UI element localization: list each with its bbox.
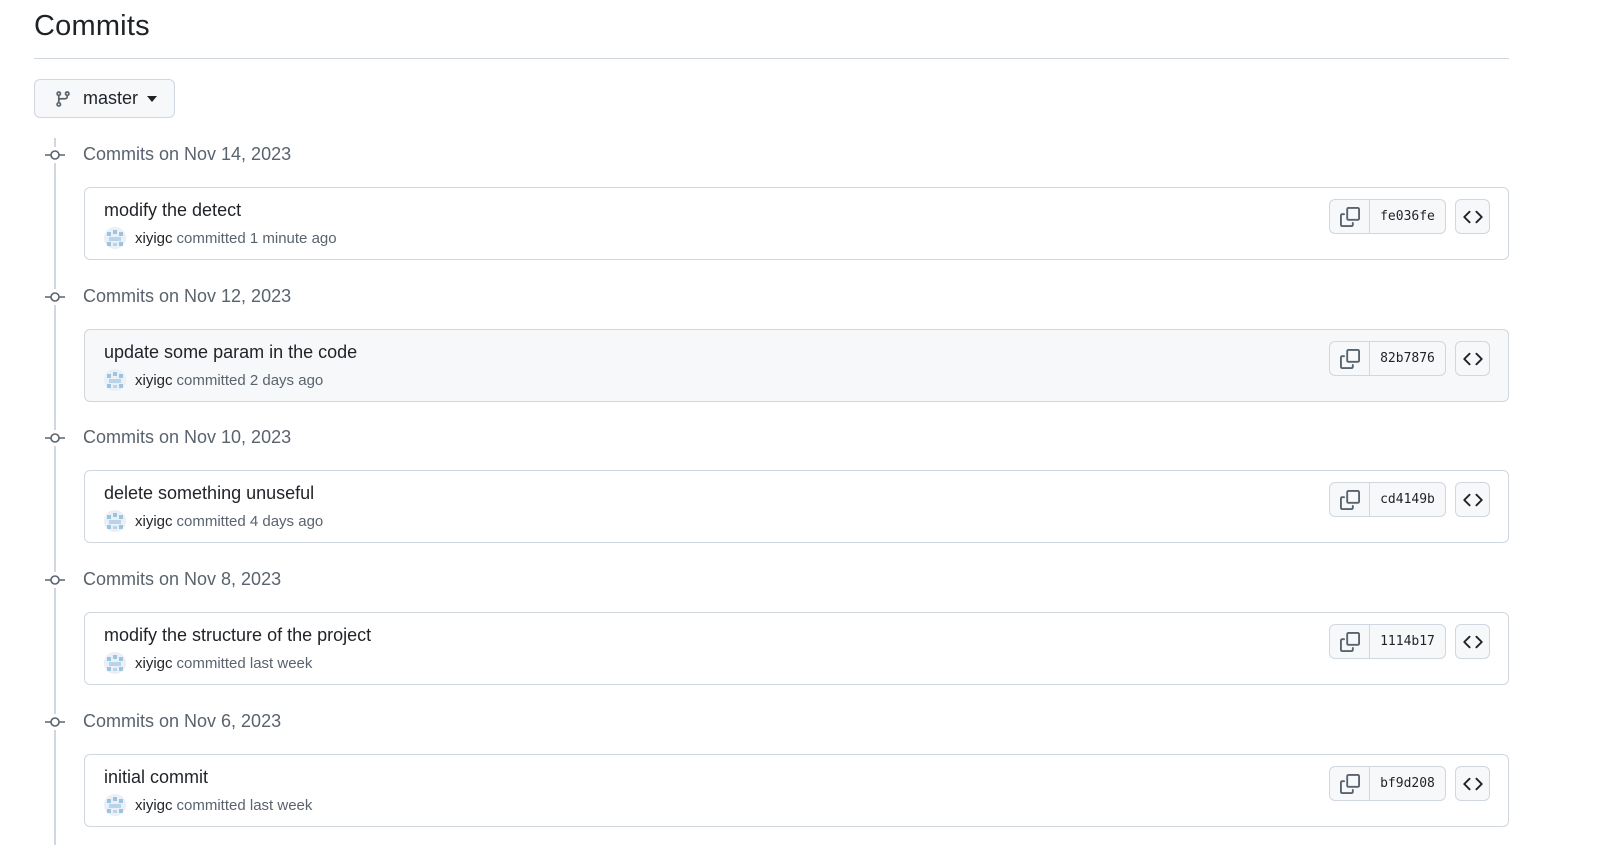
commit-actions: fe036fe xyxy=(1329,199,1490,234)
sha-button-group: fe036fe xyxy=(1329,199,1446,234)
browse-repository-button[interactable] xyxy=(1455,624,1490,659)
caret-down-icon xyxy=(147,95,158,102)
git-commit-icon xyxy=(45,714,65,730)
commit-meta: xiyigc committed 4 days ago xyxy=(104,510,323,532)
commit-row[interactable]: modify the structure of the project xiyi… xyxy=(84,612,1509,685)
commit-row[interactable]: modify the detect xiyigc committed 1 min… xyxy=(84,187,1509,260)
sha-button-group: bf9d208 xyxy=(1329,766,1446,801)
branch-name: master xyxy=(83,88,139,108)
commit-meta: xiyigc committed 1 minute ago xyxy=(104,227,337,249)
commit-group-date: Commits on Nov 10, 2023 xyxy=(83,427,292,447)
commit-time: committed last week xyxy=(176,654,313,672)
git-commit-icon xyxy=(45,147,65,163)
browse-repository-button[interactable] xyxy=(1455,199,1490,234)
avatar[interactable] xyxy=(104,794,126,816)
commit-group-header: Commits on Nov 8, 2023 xyxy=(0,562,600,598)
git-commit-icon xyxy=(45,572,65,588)
copy-icon xyxy=(1339,489,1360,510)
commit-message-link[interactable]: modify the structure of the project xyxy=(104,625,371,646)
commit-sha-link[interactable]: fe036fe xyxy=(1370,200,1445,233)
commit-author-link[interactable]: xiyigc xyxy=(135,655,173,672)
commit-meta: xiyigc committed 2 days ago xyxy=(104,369,323,391)
copy-sha-button[interactable] xyxy=(1330,625,1370,658)
git-commit-icon xyxy=(45,289,65,305)
commit-group-header: Commits on Nov 6, 2023 xyxy=(0,704,600,740)
avatar[interactable] xyxy=(104,369,126,391)
copy-icon xyxy=(1339,773,1360,794)
commit-time: committed last week xyxy=(176,796,313,814)
git-commit-icon xyxy=(45,430,65,446)
copy-icon xyxy=(1339,631,1360,652)
commit-author-link[interactable]: xiyigc xyxy=(135,797,173,814)
commit-sha-link[interactable]: bf9d208 xyxy=(1370,767,1445,800)
browse-repository-button[interactable] xyxy=(1455,482,1490,517)
copy-sha-button[interactable] xyxy=(1330,483,1370,516)
commit-time: committed 1 minute ago xyxy=(176,229,337,247)
copy-sha-button[interactable] xyxy=(1330,200,1370,233)
commit-row[interactable]: delete something unuseful xiyigc committ… xyxy=(84,470,1509,543)
code-icon xyxy=(1462,493,1483,506)
sha-button-group: 1114b17 xyxy=(1329,624,1446,659)
commit-author-link[interactable]: xiyigc xyxy=(135,513,173,530)
commit-time: committed 4 days ago xyxy=(176,512,324,530)
commit-group-header: Commits on Nov 12, 2023 xyxy=(0,279,600,315)
commit-group-header: Commits on Nov 10, 2023 xyxy=(0,420,600,456)
avatar[interactable] xyxy=(104,652,126,674)
title-divider xyxy=(34,58,1509,59)
browse-repository-button[interactable] xyxy=(1455,766,1490,801)
commit-message-link[interactable]: delete something unuseful xyxy=(104,483,314,504)
commits-page: Commits master Commits on Nov 14, 2023 m… xyxy=(0,0,1616,845)
commit-author-link[interactable]: xiyigc xyxy=(135,230,173,247)
commit-row[interactable]: update some param in the code xiyigc com… xyxy=(84,329,1509,402)
code-icon xyxy=(1462,352,1483,365)
copy-sha-button[interactable] xyxy=(1330,767,1370,800)
commit-meta: xiyigc committed last week xyxy=(104,794,312,816)
commit-actions: cd4149b xyxy=(1329,482,1490,517)
commit-message-link[interactable]: modify the detect xyxy=(104,200,241,221)
sha-button-group: cd4149b xyxy=(1329,482,1446,517)
commit-group-date: Commits on Nov 14, 2023 xyxy=(83,144,292,164)
commit-author-link[interactable]: xiyigc xyxy=(135,372,173,389)
sha-button-group: 82b7876 xyxy=(1329,341,1446,376)
commit-group-date: Commits on Nov 8, 2023 xyxy=(83,569,282,589)
copy-icon xyxy=(1339,348,1360,369)
git-branch-icon xyxy=(54,89,72,109)
avatar[interactable] xyxy=(104,227,126,249)
commit-time: committed 2 days ago xyxy=(176,371,324,389)
page-title: Commits xyxy=(34,10,150,42)
commit-actions: 1114b17 xyxy=(1329,624,1490,659)
commit-sha-link[interactable]: cd4149b xyxy=(1370,483,1445,516)
browse-repository-button[interactable] xyxy=(1455,341,1490,376)
code-icon xyxy=(1462,777,1483,790)
copy-icon xyxy=(1339,206,1360,227)
commit-group-date: Commits on Nov 6, 2023 xyxy=(83,711,282,731)
code-icon xyxy=(1462,635,1483,648)
commit-row[interactable]: initial commit xiyigc committed last wee… xyxy=(84,754,1509,827)
commit-message-link[interactable]: initial commit xyxy=(104,767,208,788)
copy-sha-button[interactable] xyxy=(1330,342,1370,375)
commit-message-link[interactable]: update some param in the code xyxy=(104,342,357,363)
commit-meta: xiyigc committed last week xyxy=(104,652,312,674)
commit-sha-link[interactable]: 1114b17 xyxy=(1370,625,1445,658)
commit-actions: bf9d208 xyxy=(1329,766,1490,801)
avatar[interactable] xyxy=(104,510,126,532)
commit-actions: 82b7876 xyxy=(1329,341,1490,376)
commit-group-date: Commits on Nov 12, 2023 xyxy=(83,286,292,306)
commit-sha-link[interactable]: 82b7876 xyxy=(1370,342,1445,375)
commit-group-header: Commits on Nov 14, 2023 xyxy=(0,137,600,173)
branch-selector-button[interactable]: master xyxy=(34,79,175,118)
code-icon xyxy=(1462,210,1483,223)
